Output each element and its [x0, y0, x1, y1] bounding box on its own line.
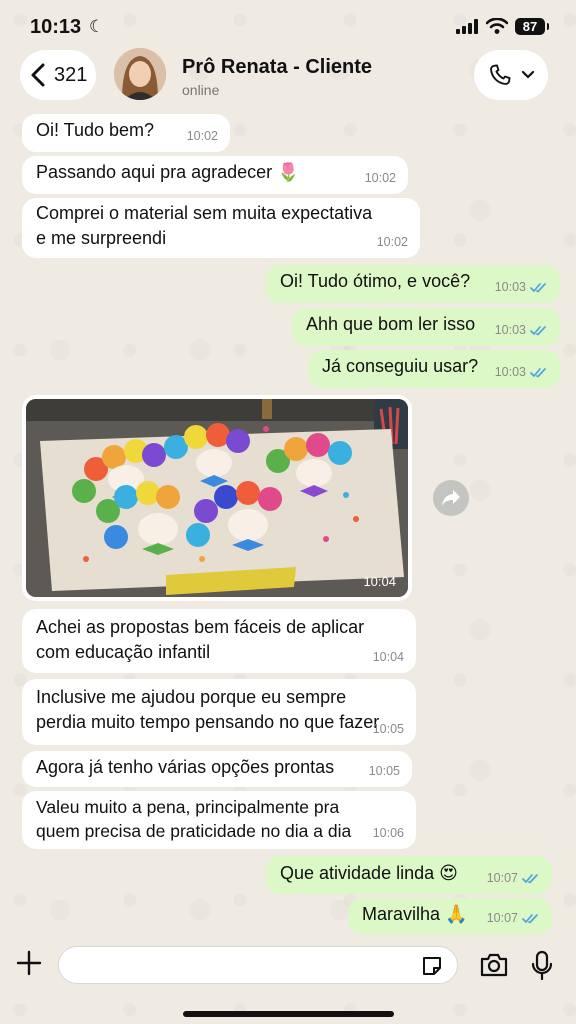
message-text: Passando aqui pra agradecer 🌷 [36, 162, 300, 182]
message-time: 10:06 [372, 826, 404, 840]
plus-icon[interactable] [14, 948, 44, 978]
status-time: 10:13 [30, 16, 82, 38]
message-text: Comprei o material sem muita expectativa… [36, 203, 373, 248]
message-text: Achei as propostas bem fáceis de aplicar… [36, 617, 365, 662]
message-bubble-outgoing[interactable]: Oi! Tudo ótimo, e você? 10:03 [266, 265, 560, 303]
message-meta: 10:03 [495, 360, 548, 385]
message-time: 10:03 [494, 323, 526, 337]
message-time: 10:02 [186, 129, 218, 143]
phone-icon [490, 64, 511, 85]
message-meta: 10:07 [487, 866, 540, 891]
composer-bar [0, 940, 576, 1000]
message-input[interactable] [58, 946, 458, 984]
message-time: 10:04 [372, 650, 404, 664]
message-bubble-incoming[interactable]: Oi! Tudo bem? 10:02 [22, 114, 230, 152]
read-checks-icon [530, 326, 546, 336]
camera-icon[interactable] [479, 952, 509, 978]
message-meta: 10:07 [487, 906, 540, 931]
message-bubble-incoming[interactable]: Achei as propostas bem fáceis de aplicar… [22, 609, 416, 673]
message-time: 10:05 [372, 722, 404, 736]
photo-thumbnail[interactable]: 10:04 [26, 399, 408, 597]
contact-status: online [182, 82, 220, 98]
message-bubble-outgoing[interactable]: Já conseguiu usar? 10:03 [308, 350, 560, 388]
message-bubble-outgoing[interactable]: Que atividade linda 😍 10:07 [266, 856, 552, 894]
message-text: Valeu muito a pena, principalmente pra q… [36, 797, 352, 841]
message-time: 10:02 [364, 171, 396, 185]
chevron-left-icon [31, 63, 45, 87]
read-checks-icon [530, 283, 546, 293]
microphone-icon[interactable] [530, 950, 554, 982]
message-time: 10:02 [376, 235, 408, 249]
message-bubble-outgoing[interactable]: Maravilha 🙏 10:07 [348, 898, 552, 934]
message-bubble-incoming[interactable]: Valeu muito a pena, principalmente pra q… [22, 791, 416, 849]
message-meta: 10:03 [495, 318, 548, 343]
message-time: 10:07 [486, 911, 518, 925]
sticker-icon[interactable] [420, 954, 444, 978]
message-time: 10:03 [494, 365, 526, 379]
moon-icon: ☾ [89, 17, 105, 36]
message-bubble-incoming[interactable]: Comprei o material sem muita expectativa… [22, 198, 420, 258]
message-time: 10:05 [368, 764, 400, 778]
forward-button[interactable] [433, 480, 469, 516]
read-checks-icon [530, 368, 546, 378]
message-meta: 10:03 [495, 275, 548, 300]
image-message[interactable]: 10:04 [22, 395, 412, 601]
message-time: 10:07 [486, 871, 518, 885]
home-indicator [183, 1011, 394, 1017]
signal-icon [456, 19, 478, 34]
read-checks-icon [522, 914, 538, 924]
message-text: Agora já tenho várias opções prontas [36, 757, 335, 777]
message-bubble-incoming[interactable]: Passando aqui pra agradecer 🌷 10:02 [22, 156, 408, 194]
avatar[interactable] [114, 48, 166, 100]
chat-header: 321 Prô Renata - Cliente online [0, 46, 576, 110]
unread-count: 321 [54, 63, 88, 86]
message-bubble-incoming[interactable]: Agora já tenho várias opções prontas 10:… [22, 751, 412, 787]
chevron-down-icon [521, 70, 535, 79]
message-bubble-outgoing[interactable]: Ahh que bom ler isso 10:03 [292, 308, 560, 346]
message-bubble-incoming[interactable]: Inclusive me ajudou porque eu sempre per… [22, 679, 416, 745]
back-button[interactable]: 321 [20, 50, 96, 100]
call-button[interactable] [474, 50, 548, 100]
image-time: 10:04 [363, 574, 396, 589]
contact-name[interactable]: Prô Renata - Cliente [182, 56, 372, 79]
read-checks-icon [522, 874, 538, 884]
wifi-icon [486, 18, 508, 34]
forward-icon [442, 490, 460, 506]
message-time: 10:03 [494, 280, 526, 294]
battery-icon: 87 [515, 18, 549, 35]
status-bar: 10:13 ☾ 87 [0, 0, 576, 52]
message-text: Inclusive me ajudou porque eu sempre per… [36, 687, 380, 732]
